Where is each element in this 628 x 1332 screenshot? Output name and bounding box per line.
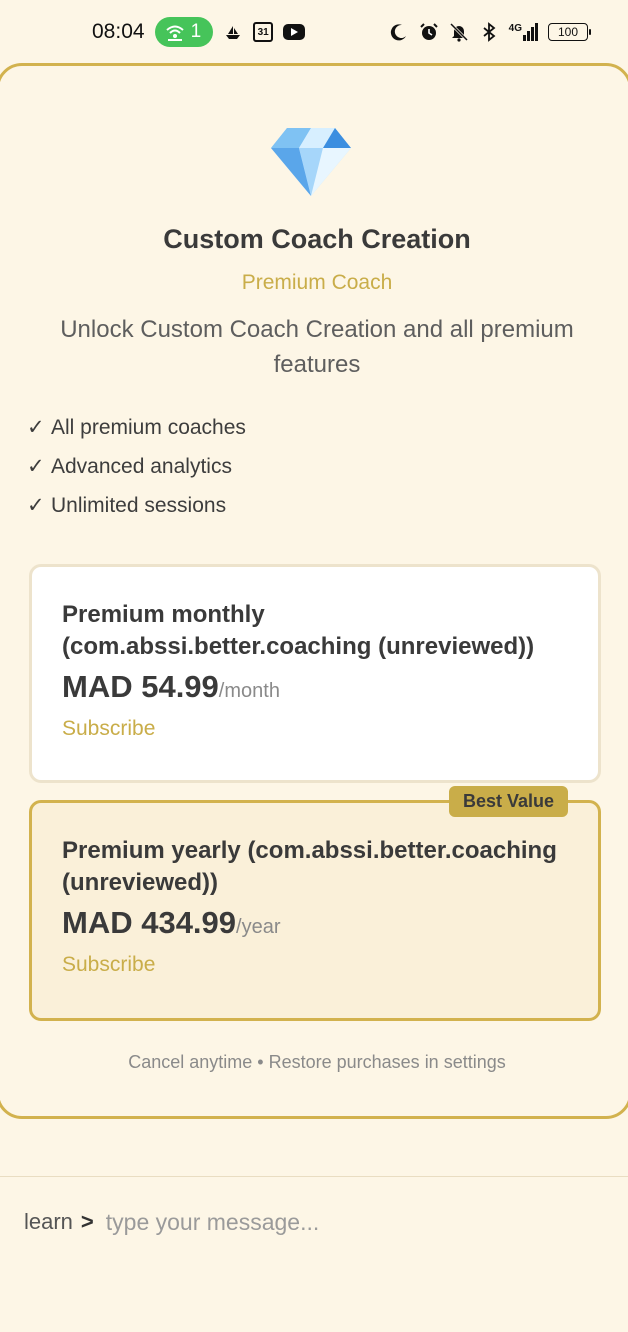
feature-label: Advanced analytics xyxy=(51,455,232,478)
best-value-badge: Best Value xyxy=(448,786,568,817)
hotspot-icon xyxy=(165,25,184,41)
feature-list: ✓ All premium coaches ✓ Advanced analytics… xyxy=(27,413,246,530)
moon-icon xyxy=(389,22,409,42)
feature-label: All premium coaches xyxy=(51,416,246,439)
hotspot-indicator[interactable]: 1 xyxy=(154,17,214,47)
input-divider xyxy=(0,1176,628,1177)
bell-muted-icon xyxy=(449,22,469,42)
youtube-icon xyxy=(283,24,306,40)
feature-item: ✓ Unlimited sessions xyxy=(27,491,246,530)
plan-price-period: /year xyxy=(236,916,281,938)
diamond-icon xyxy=(271,128,351,196)
plan-price: MAD 434.99/year xyxy=(62,905,568,941)
plan-price-period: /month xyxy=(218,680,280,702)
bluetooth-icon xyxy=(479,22,499,42)
plan-price-amount: MAD 434.99 xyxy=(62,905,237,940)
feature-item: ✓ All premium coaches xyxy=(27,413,246,452)
battery-level: 100 xyxy=(557,25,579,39)
paywall-footnote: Cancel anytime • Restore purchases in se… xyxy=(128,1052,506,1072)
plan-card-yearly[interactable]: Best Value Premium yearly (com.abssi.bet… xyxy=(29,786,601,1021)
hotspot-count: 1 xyxy=(190,21,202,42)
status-right: 4G 100 xyxy=(389,22,591,42)
signal-icon: 4G xyxy=(509,23,538,41)
status-time: 08:04 xyxy=(92,20,145,43)
paywall-title: Custom Coach Creation xyxy=(163,224,471,254)
subscribe-yearly-button[interactable]: Subscribe xyxy=(62,953,568,977)
boat-icon xyxy=(223,22,243,42)
network-type: 4G xyxy=(508,23,522,34)
chat-input-row: learn > xyxy=(24,1200,604,1244)
plan-price-amount: MAD 54.99 xyxy=(62,669,219,704)
prompt-arrow-icon: > xyxy=(80,1209,94,1234)
check-icon: ✓ xyxy=(27,416,45,439)
calendar-icon: 31 xyxy=(253,22,274,42)
feature-label: Unlimited sessions xyxy=(51,494,227,517)
battery-icon: 100 xyxy=(548,23,591,41)
paywall-card: Custom Coach Creation Premium Coach Unlo… xyxy=(0,63,628,1119)
status-left: 08:04 1 31 xyxy=(92,17,306,47)
mode-prompt[interactable]: learn xyxy=(24,1209,73,1235)
plan-price: MAD 54.99/month xyxy=(62,669,568,705)
message-input[interactable] xyxy=(105,1208,604,1236)
plan-name: Premium monthly (com.abssi.better.coachi… xyxy=(62,601,535,660)
paywall-description: Unlock Custom Coach Creation and all pre… xyxy=(60,316,574,378)
paywall-subtitle: Premium Coach xyxy=(241,271,393,294)
alarm-icon xyxy=(419,22,439,42)
check-icon: ✓ xyxy=(27,455,45,478)
plan-name: Premium yearly (com.abssi.better.coachin… xyxy=(62,837,557,896)
plan-card-monthly[interactable]: Premium monthly (com.abssi.better.coachi… xyxy=(29,564,601,783)
check-icon: ✓ xyxy=(27,494,45,517)
feature-item: ✓ Advanced analytics xyxy=(27,452,246,491)
status-bar: 08:04 1 31 4G 100 xyxy=(0,0,628,64)
subscribe-monthly-button[interactable]: Subscribe xyxy=(62,717,568,741)
